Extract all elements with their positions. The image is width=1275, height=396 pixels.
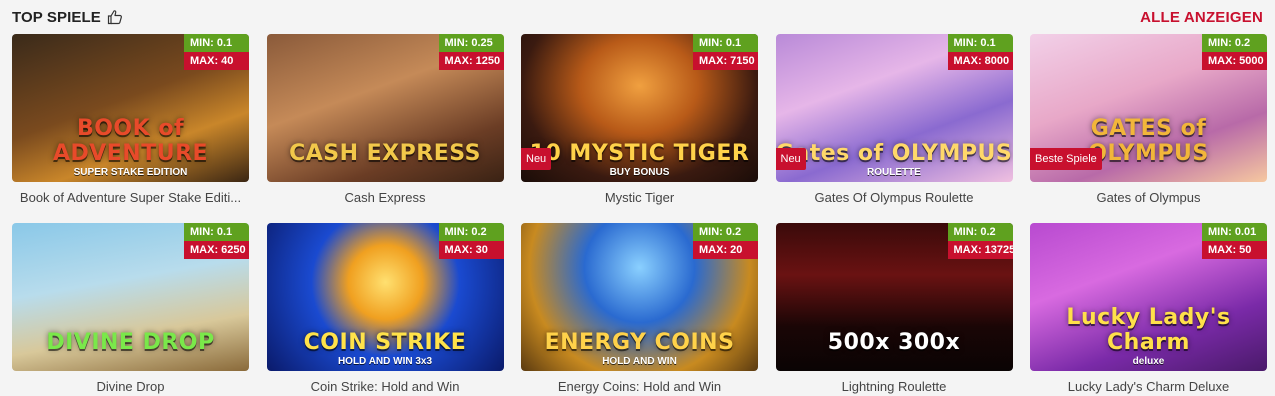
bet-limits: MIN: 0.2 MAX: 5000 <box>1202 34 1267 70</box>
min-bet-label: MIN: 0.1 <box>947 34 1013 52</box>
game-name[interactable]: Lucky Lady's Charm Deluxe <box>1030 378 1267 396</box>
game-art-subtitle: HOLD AND WIN 3x3 <box>337 356 433 367</box>
game-thumbnail[interactable]: 500x 300x MIN: 0.2 MAX: 137250 <box>775 223 1013 371</box>
game-card[interactable]: DIVINE DROP MIN: 0.1 MAX: 6250 Divine Dr… <box>12 223 249 396</box>
bet-limits: MIN: 0.2 MAX: 137250 <box>947 223 1013 259</box>
game-thumbnail[interactable]: 10 MYSTIC TIGER BUY BONUS MIN: 0.1 MAX: … <box>521 34 758 182</box>
max-bet-label: MAX: 6250 <box>184 241 249 259</box>
bet-limits: MIN: 0.01 MAX: 50 <box>1202 223 1267 259</box>
game-card[interactable]: Gates of OLYMPUS ROULETTE MIN: 0.1 MAX: … <box>775 34 1013 223</box>
bet-limits: MIN: 0.1 MAX: 6250 <box>184 223 249 259</box>
game-card[interactable]: CASH EXPRESS MIN: 0.25 MAX: 1250 Cash Ex… <box>266 34 504 223</box>
max-bet-label: MAX: 1250 <box>438 52 504 70</box>
min-bet-label: MIN: 0.2 <box>693 223 758 241</box>
game-name[interactable]: Gates Of Olympus Roulette <box>776 189 1013 207</box>
min-bet-label: MIN: 0.2 <box>947 223 1013 241</box>
game-name[interactable]: Gates of Olympus <box>1030 189 1267 207</box>
game-thumbnail[interactable]: GATES of OLYMPUS MIN: 0.2 MAX: 5000 Best… <box>1030 34 1267 182</box>
game-badge: Beste Spiele <box>1030 148 1102 170</box>
game-name[interactable]: Book of Adventure Super Stake Editi... <box>12 189 249 207</box>
game-card[interactable]: COIN STRIKE HOLD AND WIN 3x3 MIN: 0.2 MA… <box>266 223 504 396</box>
game-card[interactable]: GATES of OLYMPUS MIN: 0.2 MAX: 5000 Best… <box>1030 34 1267 223</box>
games-grid: BOOK of ADVENTURE SUPER STAKE EDITION MI… <box>12 34 1267 396</box>
game-name[interactable]: Cash Express <box>267 189 504 207</box>
thumbs-up-icon <box>107 9 123 25</box>
min-bet-label: MIN: 0.1 <box>693 34 758 52</box>
min-bet-label: MIN: 0.01 <box>1202 223 1267 241</box>
section-title: TOP SPIELE <box>12 8 101 26</box>
max-bet-label: MAX: 8000 <box>947 52 1013 70</box>
game-art-subtitle: SUPER STAKE EDITION <box>73 167 188 178</box>
bet-limits: MIN: 0.1 MAX: 7150 <box>693 34 758 70</box>
game-thumbnail[interactable]: BOOK of ADVENTURE SUPER STAKE EDITION MI… <box>12 34 249 182</box>
game-thumbnail[interactable]: CASH EXPRESS MIN: 0.25 MAX: 1250 <box>266 34 504 182</box>
bet-limits: MIN: 0.25 MAX: 1250 <box>438 34 504 70</box>
bet-limits: MIN: 0.1 MAX: 8000 <box>947 34 1013 70</box>
max-bet-label: MAX: 7150 <box>693 52 758 70</box>
max-bet-label: MAX: 50 <box>1202 241 1267 259</box>
section-title-wrap: TOP SPIELE <box>12 9 123 26</box>
max-bet-label: MAX: 5000 <box>1202 52 1267 70</box>
game-art-title: BOOK of ADVENTURE <box>52 116 209 166</box>
min-bet-label: MIN: 0.25 <box>438 34 504 52</box>
max-bet-label: MAX: 20 <box>693 241 758 259</box>
view-all-link[interactable]: ALLE ANZEIGEN <box>1140 9 1263 26</box>
game-art-subtitle: deluxe <box>1132 356 1165 367</box>
bet-limits: MIN: 0.1 MAX: 40 <box>184 34 249 70</box>
game-card[interactable]: BOOK of ADVENTURE SUPER STAKE EDITION MI… <box>12 34 249 223</box>
section-header: TOP SPIELE ALLE ANZEIGEN <box>12 6 1263 28</box>
game-art-subtitle: ROULETTE <box>867 167 921 178</box>
game-name[interactable]: Divine Drop <box>12 378 249 396</box>
game-art-title: 500x 300x <box>827 330 961 355</box>
game-art-title: Gates of OLYMPUS <box>775 141 1013 166</box>
game-card[interactable]: 10 MYSTIC TIGER BUY BONUS MIN: 0.1 MAX: … <box>521 34 758 223</box>
game-badge: Neu <box>775 148 806 170</box>
game-art-title: CASH EXPRESS <box>289 141 481 166</box>
game-thumbnail[interactable]: DIVINE DROP MIN: 0.1 MAX: 6250 <box>12 223 249 371</box>
max-bet-label: MAX: 40 <box>184 52 249 70</box>
game-art-title: DIVINE DROP <box>46 330 215 355</box>
max-bet-label: MAX: 30 <box>438 241 504 259</box>
game-name[interactable]: Energy Coins: Hold and Win <box>521 378 758 396</box>
game-card[interactable]: 500x 300x MIN: 0.2 MAX: 137250 Lightning… <box>775 223 1013 396</box>
max-bet-label: MAX: 137250 <box>947 241 1013 259</box>
game-name[interactable]: Mystic Tiger <box>521 189 758 207</box>
min-bet-label: MIN: 0.2 <box>438 223 504 241</box>
game-name[interactable]: Coin Strike: Hold and Win <box>267 378 504 396</box>
game-thumbnail[interactable]: Gates of OLYMPUS ROULETTE MIN: 0.1 MAX: … <box>775 34 1013 182</box>
game-art-title: COIN STRIKE <box>303 330 467 355</box>
game-art-title: ENERGY COINS <box>544 330 735 355</box>
game-card[interactable]: Lucky Lady's Charm deluxe MIN: 0.01 MAX:… <box>1030 223 1267 396</box>
min-bet-label: MIN: 0.2 <box>1202 34 1267 52</box>
game-thumbnail[interactable]: COIN STRIKE HOLD AND WIN 3x3 MIN: 0.2 MA… <box>266 223 504 371</box>
min-bet-label: MIN: 0.1 <box>184 223 249 241</box>
game-art-title: Lucky Lady's Charm <box>1066 305 1231 355</box>
min-bet-label: MIN: 0.1 <box>184 34 249 52</box>
game-card[interactable]: ENERGY COINS HOLD AND WIN MIN: 0.2 MAX: … <box>521 223 758 396</box>
game-badge: Neu <box>521 148 552 170</box>
game-art-subtitle: HOLD AND WIN <box>602 356 677 367</box>
game-art-title: 10 MYSTIC TIGER <box>529 141 750 166</box>
bet-limits: MIN: 0.2 MAX: 20 <box>693 223 758 259</box>
game-name[interactable]: Lightning Roulette <box>776 378 1013 396</box>
game-thumbnail[interactable]: Lucky Lady's Charm deluxe MIN: 0.01 MAX:… <box>1030 223 1267 371</box>
bet-limits: MIN: 0.2 MAX: 30 <box>438 223 504 259</box>
game-art-subtitle: BUY BONUS <box>609 167 670 178</box>
game-thumbnail[interactable]: ENERGY COINS HOLD AND WIN MIN: 0.2 MAX: … <box>521 223 758 371</box>
